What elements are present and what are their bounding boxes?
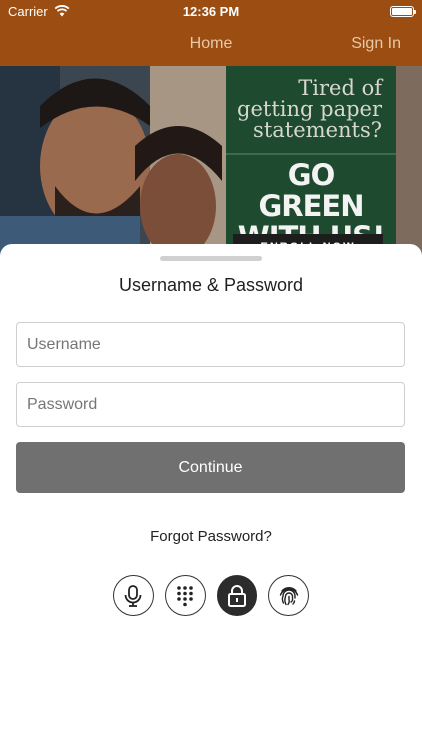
login-sheet: Username & Password Continue Forgot Pass… — [0, 244, 422, 750]
voice-login-button[interactable] — [113, 575, 154, 616]
auth-method-row — [113, 575, 309, 617]
keypad-icon — [177, 585, 193, 606]
promo-divider — [226, 153, 396, 155]
status-bar: Carrier 12:36 PM — [0, 0, 422, 22]
pin-login-button[interactable] — [164, 575, 206, 616]
promo-banner[interactable]: Tired of getting paper statements? GO GR… — [0, 66, 422, 256]
password-login-button[interactable] — [216, 575, 258, 616]
forgot-password-link[interactable]: Forgot Password? — [0, 528, 422, 545]
username-input[interactable] — [16, 322, 405, 367]
nav-bar: Home Sign In — [0, 22, 422, 66]
password-input[interactable] — [16, 382, 405, 427]
battery-icon — [390, 5, 416, 17]
microphone-icon — [124, 584, 142, 607]
fingerprint-icon — [279, 586, 298, 605]
promo-headline: Tired of getting paper statements? — [237, 76, 382, 142]
biometric-login-button[interactable] — [268, 575, 309, 616]
status-time: 12:36 PM — [182, 3, 240, 19]
sheet-drag-handle[interactable] — [160, 256, 262, 261]
lock-icon — [227, 584, 246, 607]
sign-in-button[interactable]: Sign In — [351, 35, 401, 53]
continue-button[interactable]: Continue — [16, 442, 405, 493]
login-title: Username & Password — [118, 275, 304, 295]
